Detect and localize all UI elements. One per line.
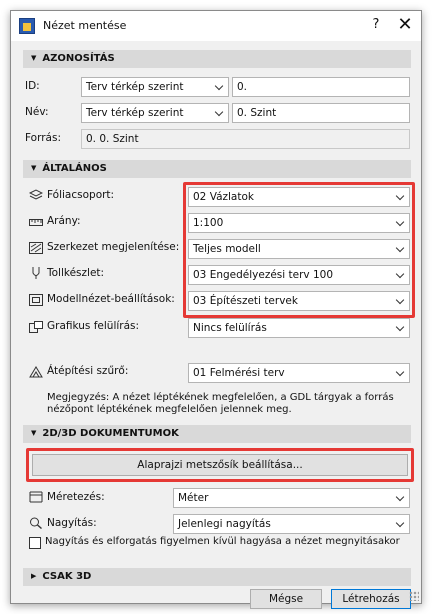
- source-label: Forrás:: [25, 132, 61, 144]
- pen-set-label: Tollkészlet:: [47, 267, 105, 279]
- dimensioning-value: Méter: [178, 492, 209, 504]
- floor-plan-cut-plane-button[interactable]: Alaprajzi metszősík beállítása...: [32, 454, 408, 476]
- graphic-override-label: Grafikus felülírás:: [47, 320, 140, 332]
- ignore-zoom-rotation-label: Nagyítás és elforgatás figyelmen kívül h…: [45, 536, 400, 547]
- structure-display-value: Teljes modell: [193, 243, 261, 255]
- source-field: 0. 0. Szint: [81, 129, 410, 149]
- dimension-icon: [29, 491, 43, 503]
- dialog-title: Nézet mentése: [43, 19, 127, 32]
- renovation-filter-label: Átépítési szűrő:: [47, 365, 129, 377]
- save-view-dialog: Nézet mentése ? ✕ ▼ AZONOSÍTÁS ID: Terv t…: [10, 10, 422, 609]
- layers-icon: [29, 189, 43, 200]
- id-input-value: 0.: [237, 81, 248, 93]
- collapse-triangle-icon: ▼: [31, 429, 37, 437]
- expand-triangle-icon: ▶: [31, 572, 37, 580]
- model-view-options-label: Modellnézet-beállítások:: [47, 293, 175, 305]
- dimensioning-label: Méretezés:: [47, 491, 105, 503]
- name-input[interactable]: 0. Szint: [232, 103, 410, 123]
- id-input[interactable]: 0.: [232, 77, 410, 97]
- scale-select[interactable]: 1:100: [188, 213, 410, 233]
- structure-display-label: Szerkezet megjelenítése:: [47, 241, 180, 253]
- dimensioning-select[interactable]: Méter: [173, 488, 410, 508]
- name-source-select[interactable]: Terv térkép szerint: [81, 103, 229, 123]
- structure-display-select[interactable]: Teljes modell: [188, 239, 410, 259]
- pen-icon: [32, 267, 40, 279]
- create-button[interactable]: Létrehozás: [331, 589, 411, 609]
- pen-set-select[interactable]: 03 Engedélyezési terv 100: [188, 265, 410, 285]
- renovation-filter-value: 01 Felmérési terv: [193, 367, 285, 379]
- archicad-app-icon: [19, 18, 35, 34]
- id-label: ID:: [25, 80, 40, 92]
- layer-group-label: Fóliacsoport:: [47, 189, 115, 201]
- cancel-button-label: Mégse: [268, 593, 304, 605]
- ruler-icon: [29, 219, 43, 226]
- scale-note: Megjegyzés: A nézet léptékének megfelelő…: [47, 392, 394, 415]
- graphic-override-select[interactable]: Nincs felülírás: [188, 318, 410, 338]
- model-view-options-select[interactable]: 03 Építészeti tervek: [188, 291, 410, 311]
- id-source-value: Terv térkép szerint: [86, 81, 184, 93]
- collapse-triangle-icon: ▼: [31, 164, 37, 172]
- section-header-documents[interactable]: ▼ 2D/3D DOKUMENTUMOK: [23, 425, 411, 443]
- zoom-value: Jelenlegi nagyítás: [178, 518, 271, 530]
- source-value: 0. 0. Szint: [86, 133, 139, 145]
- pen-set-value: 03 Engedélyezési terv 100: [193, 269, 334, 281]
- floor-plan-cut-plane-button-label: Alaprajzi metszősík beállítása...: [137, 459, 303, 471]
- scale-value: 1:100: [193, 217, 224, 229]
- id-source-select[interactable]: Terv térkép szerint: [81, 77, 229, 97]
- zoom-label: Nagyítás:: [47, 517, 97, 529]
- create-button-label: Létrehozás: [342, 593, 400, 605]
- close-button[interactable]: ✕: [395, 14, 415, 35]
- collapse-triangle-icon: ▼: [31, 54, 37, 62]
- section-header-general[interactable]: ▼ ÁLTALÁNOS: [23, 160, 411, 178]
- name-label: Név:: [25, 106, 49, 118]
- cancel-button[interactable]: Mégse: [250, 589, 322, 609]
- renovation-filter-select[interactable]: 01 Felmérési terv: [188, 363, 410, 383]
- help-button[interactable]: ?: [368, 17, 384, 32]
- graphic-override-icon: [29, 321, 43, 333]
- model-view-icon: [29, 294, 43, 306]
- layer-group-select[interactable]: 02 Vázlatok: [188, 187, 410, 207]
- zoom-icon: [30, 517, 42, 529]
- zoom-select[interactable]: Jelenlegi nagyítás: [173, 514, 410, 534]
- section-title: 2D/3D DOKUMENTUMOK: [42, 428, 179, 439]
- scale-label: Arány:: [47, 215, 81, 227]
- graphic-override-value: Nincs felülírás: [193, 322, 267, 334]
- section-title: AZONOSÍTÁS: [42, 53, 115, 64]
- structure-icon: [29, 242, 43, 254]
- title-bar: Nézet mentése ? ✕: [11, 11, 421, 41]
- model-view-options-value: 03 Építészeti tervek: [193, 295, 298, 307]
- section-header-identification[interactable]: ▼ AZONOSÍTÁS: [23, 50, 411, 68]
- resize-grip-icon[interactable]: [409, 591, 419, 601]
- ignore-zoom-rotation-checkbox[interactable]: [29, 537, 41, 549]
- renovation-icon: [29, 366, 43, 378]
- section-title: CSAK 3D: [42, 571, 92, 582]
- section-title: ÁLTALÁNOS: [42, 163, 107, 174]
- layer-group-value: 02 Vázlatok: [193, 191, 254, 203]
- name-source-value: Terv térkép szerint: [86, 107, 184, 119]
- name-input-value: 0. Szint: [237, 107, 277, 119]
- section-header-3d-only[interactable]: ▶ CSAK 3D: [23, 568, 411, 586]
